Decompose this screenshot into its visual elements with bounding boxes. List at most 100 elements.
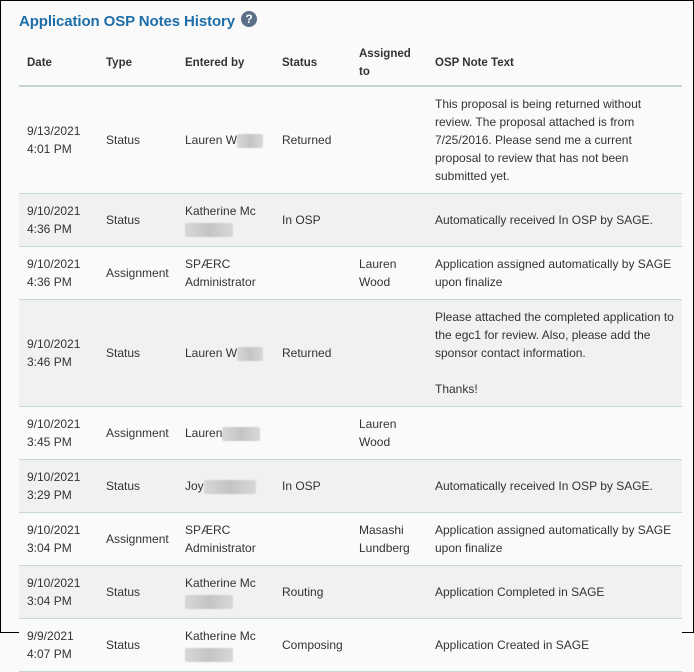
col-header-entered-by: Entered by <box>177 45 274 87</box>
col-header-assigned-to: Assigned to <box>351 45 427 87</box>
col-header-status: Status <box>274 45 351 87</box>
cell-date: 9/10/2021 3:29 PM <box>19 459 98 513</box>
cell-date: 9/10/2021 3:04 PM <box>19 565 98 619</box>
date-text: 9/10/2021 <box>27 470 81 484</box>
status-text: In OSP <box>282 479 321 493</box>
type-text: Status <box>106 585 141 599</box>
cell-type: Status <box>98 459 177 513</box>
time-text: 3:46 PM <box>27 355 72 369</box>
note-text: Application assigned automatically by SA… <box>435 257 672 289</box>
date-text: 9/10/2021 <box>27 417 81 431</box>
time-text: 4:01 PM <box>27 142 72 156</box>
table-row: 9/9/2021 4:07 PM Status Katherine Mc Composi… <box>19 618 682 672</box>
date-text: 9/10/2021 <box>27 337 81 351</box>
cell-note: Automatically received In OSP by SAGE. <box>427 193 682 247</box>
table-row: 9/10/2021 3:29 PM Status Joy In OSP Automatic… <box>19 459 682 513</box>
cell-type: Status <box>98 193 177 247</box>
cell-entered-by: Katherine Mc <box>177 193 274 247</box>
cell-type: Assignment <box>98 406 177 460</box>
note-text: Application Completed in SAGE <box>435 585 605 599</box>
redacted-name-block <box>237 346 264 361</box>
panel-header: Application OSP Notes History ? <box>19 10 258 30</box>
cell-assigned-to <box>351 459 427 513</box>
cell-note: Automatically received In OSP by SAGE. <box>427 459 682 513</box>
table-row: 9/10/2021 4:36 PM Status Katherine Mc In OSP… <box>19 193 682 247</box>
cell-entered-by: SPÆRC Administrator <box>177 246 274 300</box>
cell-status: In OSP <box>274 459 351 513</box>
table-header-row: Date Type Entered by Status Assigned to … <box>19 45 682 87</box>
note-text: Automatically received In OSP by SAGE. <box>435 213 653 227</box>
table-row: 9/10/2021 3:04 PM Status Katherine Mc Routin… <box>19 565 682 619</box>
time-text: 4:07 PM <box>27 647 72 661</box>
table-row: 9/10/2021 3:45 PM Assignment Lauren Lauren W… <box>19 406 682 460</box>
cell-note: Application Created in SAGE <box>427 618 682 672</box>
cell-type: Assignment <box>98 246 177 300</box>
entered-by-text: Lauren W <box>185 346 238 360</box>
cell-date: 9/13/2021 4:01 PM <box>19 86 98 194</box>
cell-date: 9/10/2021 3:45 PM <box>19 406 98 460</box>
notes-table: Date Type Entered by Status Assigned to … <box>19 45 682 672</box>
cell-entered-by: Lauren <box>177 406 274 460</box>
cell-entered-by: Lauren W <box>177 299 274 407</box>
cell-note <box>427 406 682 460</box>
cell-note: This proposal is being returned without … <box>427 86 682 194</box>
redacted-name-block <box>222 426 261 441</box>
cell-assigned-to <box>351 618 427 672</box>
assigned-to-text: Masashi Lundberg <box>359 523 410 555</box>
cell-type: Status <box>98 618 177 672</box>
cell-entered-by: Lauren W <box>177 86 274 194</box>
type-text: Status <box>106 133 141 147</box>
type-text: Assignment <box>106 266 169 280</box>
time-text: 3:29 PM <box>27 488 72 502</box>
cell-type: Status <box>98 565 177 619</box>
date-text: 9/10/2021 <box>27 523 81 537</box>
cell-date: 9/10/2021 3:04 PM <box>19 512 98 566</box>
date-text: 9/13/2021 <box>27 124 81 138</box>
date-text: 9/10/2021 <box>27 257 81 271</box>
notes-history-panel: Application OSP Notes History ? Date Typ… <box>0 0 694 672</box>
page-title: Application OSP Notes History <box>19 13 236 30</box>
status-text: In OSP <box>282 213 321 227</box>
help-icon[interactable]: ? <box>241 10 258 27</box>
note-text: This proposal is being returned without … <box>435 97 642 183</box>
table-row: 9/10/2021 3:46 PM Status Lauren W Returned Pl… <box>19 299 682 407</box>
entered-by-text: Katherine Mc <box>185 629 256 643</box>
table-row: 9/10/2021 3:04 PM Assignment SPÆRC Administ… <box>19 512 682 566</box>
time-text: 4:36 PM <box>27 275 72 289</box>
cell-assigned-to: Lauren Wood <box>351 406 427 460</box>
entered-by-text: SPÆRC Administrator <box>185 257 256 289</box>
entered-by-text: Lauren W <box>185 133 238 147</box>
date-text: 9/10/2021 <box>27 204 81 218</box>
col-header-note-text: OSP Note Text <box>427 45 682 87</box>
entered-by-text: Katherine Mc <box>185 204 256 218</box>
cell-assigned-to: Lauren Wood <box>351 246 427 300</box>
cell-assigned-to <box>351 86 427 194</box>
type-text: Status <box>106 346 141 360</box>
cell-assigned-to <box>351 193 427 247</box>
date-text: 9/9/2021 <box>27 629 74 643</box>
cell-status: Composing <box>274 618 351 672</box>
cell-status: Returned <box>274 86 351 194</box>
table-row: 9/13/2021 4:01 PM Status Lauren W Returned Th… <box>19 86 682 194</box>
redacted-name-block <box>185 647 233 662</box>
status-text: Routing <box>282 585 324 599</box>
cell-type: Assignment <box>98 512 177 566</box>
redacted-name-block <box>185 222 233 237</box>
cell-note: Application assigned automatically by SA… <box>427 512 682 566</box>
cell-date: 9/9/2021 4:07 PM <box>19 618 98 672</box>
redacted-name-block <box>203 479 256 494</box>
entered-by-text: Katherine Mc <box>185 576 256 590</box>
cell-status <box>274 246 351 300</box>
cell-note: Application assigned automatically by SA… <box>427 246 682 300</box>
time-text: 4:36 PM <box>27 222 72 236</box>
entered-by-text: Lauren <box>185 426 223 440</box>
assigned-to-text: Lauren Wood <box>359 257 397 289</box>
type-text: Assignment <box>106 426 169 440</box>
status-text: Composing <box>282 638 343 652</box>
type-text: Status <box>106 479 141 493</box>
entered-by-text: Joy <box>185 479 204 493</box>
date-text: 9/10/2021 <box>27 576 81 590</box>
cell-date: 9/10/2021 4:36 PM <box>19 246 98 300</box>
cell-status: Returned <box>274 299 351 407</box>
col-header-date: Date <box>19 45 98 87</box>
